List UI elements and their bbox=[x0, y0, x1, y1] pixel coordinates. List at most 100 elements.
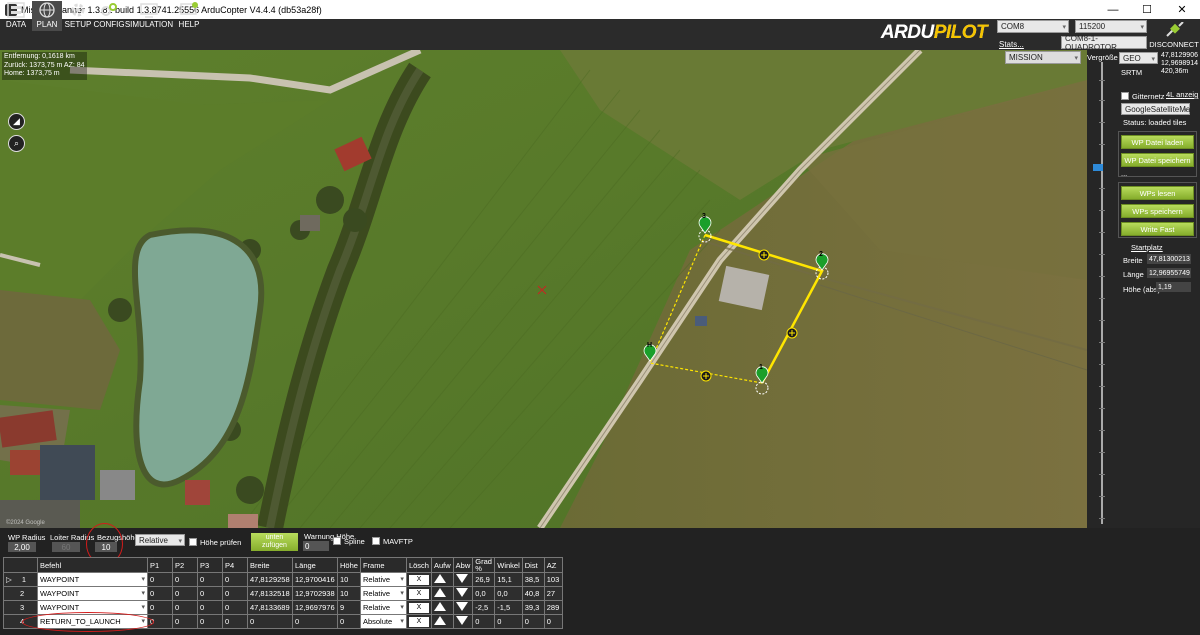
arrow-down-icon[interactable] bbox=[455, 588, 468, 597]
mavftp-checkbox[interactable] bbox=[372, 537, 380, 545]
map-mode-select[interactable]: MISSION ▾ bbox=[1005, 51, 1081, 64]
p3-cell[interactable]: 0 bbox=[197, 586, 223, 601]
waypoint-2-label[interactable]: 2 bbox=[819, 251, 823, 260]
p2-cell[interactable]: 0 bbox=[172, 600, 198, 615]
p4-cell[interactable]: 0 bbox=[222, 586, 248, 601]
nav-simulation-button[interactable]: SIMULATION bbox=[125, 1, 173, 31]
lat-cell[interactable]: 47,8129258 bbox=[247, 572, 293, 587]
col-header-lng[interactable]: Länge bbox=[292, 557, 338, 573]
write-wps-button[interactable]: WPs speichern bbox=[1121, 204, 1194, 218]
save-wp-file-button[interactable]: WP Datei speichern bbox=[1121, 153, 1194, 167]
grid-checkbox[interactable] bbox=[1121, 92, 1129, 100]
p4-cell[interactable]: 0 bbox=[222, 614, 248, 629]
col-header-command[interactable]: Befehl bbox=[37, 557, 148, 573]
command-select[interactable]: WAYPOINT ▾ bbox=[37, 586, 148, 601]
col-header-az[interactable]: AZ bbox=[543, 557, 563, 573]
lng-cell[interactable]: 12,9702938 bbox=[292, 586, 338, 601]
col-header-p3[interactable]: P3 bbox=[197, 557, 223, 573]
port-select[interactable]: COM8 ▾ bbox=[997, 20, 1069, 33]
minimize-button[interactable]: — bbox=[1096, 0, 1130, 19]
p1-cell[interactable]: 0 bbox=[147, 600, 173, 615]
loiter-radius-field[interactable]: 60 bbox=[52, 542, 80, 552]
row-selector[interactable]: ▷ 1 bbox=[3, 572, 38, 587]
home-lng-field[interactable]: 12,96955749 bbox=[1147, 268, 1191, 278]
arrow-down-icon[interactable] bbox=[455, 574, 468, 583]
lng-cell[interactable]: 12,9700416 bbox=[292, 572, 338, 587]
alt-cell[interactable]: 10 bbox=[337, 572, 361, 587]
check-alt-checkbox[interactable] bbox=[189, 538, 197, 546]
arrow-up-icon[interactable] bbox=[433, 602, 446, 611]
ruler-icon[interactable]: ◢ bbox=[8, 113, 25, 130]
p1-cell[interactable]: 0 bbox=[147, 572, 173, 587]
col-header-angle[interactable]: Winkel bbox=[494, 557, 523, 573]
nav-config-button[interactable]: CONFIG bbox=[93, 1, 125, 31]
delete-button[interactable]: X bbox=[408, 589, 429, 599]
col-header-dist[interactable]: Dist bbox=[521, 557, 545, 573]
arrow-up-icon[interactable] bbox=[433, 574, 446, 583]
write-fast-button[interactable]: Write Fast bbox=[1121, 222, 1194, 236]
arrow-up-icon[interactable] bbox=[433, 588, 446, 597]
col-header-up[interactable]: Aufw bbox=[430, 557, 454, 573]
col-header-p2[interactable]: P2 bbox=[172, 557, 198, 573]
frame-select-cell[interactable]: Relative ▾ bbox=[359, 600, 407, 615]
arrow-down-icon[interactable] bbox=[455, 602, 468, 611]
more-link[interactable]: ... bbox=[1121, 169, 1127, 178]
alt-cell[interactable]: 10 bbox=[337, 586, 361, 601]
load-wp-file-button[interactable]: WP Datei laden bbox=[1121, 135, 1194, 149]
nav-data-button[interactable]: DATA bbox=[1, 1, 31, 31]
alt-cell[interactable]: 0 bbox=[337, 614, 361, 629]
frame-select-cell[interactable]: Relative ▾ bbox=[359, 586, 407, 601]
lng-cell[interactable]: 0 bbox=[292, 614, 338, 629]
stats-link[interactable]: Stats... bbox=[999, 40, 1024, 49]
col-header-frame[interactable]: Frame bbox=[359, 557, 407, 573]
spline-checkbox[interactable] bbox=[333, 537, 341, 545]
p3-cell[interactable]: 0 bbox=[197, 600, 223, 615]
arrow-up-icon[interactable] bbox=[433, 616, 446, 625]
delete-button[interactable]: X bbox=[408, 617, 429, 627]
col-header-grade[interactable]: Grad % bbox=[472, 557, 496, 573]
p2-cell[interactable]: 0 bbox=[172, 586, 198, 601]
alt-cell[interactable]: 9 bbox=[337, 600, 361, 615]
row-selector[interactable]: 2 bbox=[3, 586, 38, 601]
frame-select-cell[interactable]: Absolute ▾ bbox=[359, 614, 407, 629]
vehicle-select[interactable]: COM8-1-QUADROTOR bbox=[1061, 34, 1147, 52]
zoom-slider-handle[interactable] bbox=[1093, 164, 1103, 171]
map-type-select[interactable]: GoogleSatelliteMa ▾ bbox=[1121, 103, 1190, 115]
warn-alt-field[interactable]: 0 bbox=[303, 541, 329, 551]
p2-cell[interactable]: 0 bbox=[172, 572, 198, 587]
map-view[interactable]: 3 2 1 H Entfernung: 0,1618 km Zurück: 13… bbox=[0, 50, 1087, 528]
delete-button[interactable]: X bbox=[408, 603, 429, 613]
command-select[interactable]: WAYPOINT ▾ bbox=[37, 572, 148, 587]
home-marker-label[interactable]: H bbox=[647, 342, 652, 351]
col-header-down[interactable]: Abw bbox=[452, 557, 474, 573]
baud-select[interactable]: 115200 ▾ bbox=[1075, 20, 1147, 33]
waypoint-1-label[interactable]: 1 bbox=[759, 364, 763, 373]
delete-button[interactable]: X bbox=[408, 575, 429, 585]
p3-cell[interactable]: 0 bbox=[197, 614, 223, 629]
col-header-lat[interactable]: Breite bbox=[247, 557, 293, 573]
table-row[interactable]: 2 WAYPOINT ▾ 0 0 0 0 47,8132518 12,970293… bbox=[3, 586, 563, 601]
lat-cell[interactable]: 47,8132518 bbox=[247, 586, 293, 601]
col-header-delete[interactable]: Lösch bbox=[405, 557, 432, 573]
p1-cell[interactable]: 0 bbox=[147, 586, 173, 601]
disconnect-button[interactable]: DISCONNECT bbox=[1149, 21, 1199, 50]
arrow-down-icon[interactable] bbox=[455, 616, 468, 625]
frame-select-cell[interactable]: Relative ▾ bbox=[359, 572, 407, 587]
home-alt-field[interactable]: 1,19 bbox=[1156, 282, 1191, 292]
lng-cell[interactable]: 12,9697976 bbox=[292, 600, 338, 615]
home-lat-field[interactable]: 47,81300213 bbox=[1147, 254, 1191, 264]
row-selector[interactable]: 3 bbox=[3, 600, 38, 615]
col-header-p1[interactable]: P1 bbox=[147, 557, 173, 573]
col-header-p4[interactable]: P4 bbox=[222, 557, 248, 573]
show-link[interactable]: 4L anzeig bbox=[1166, 90, 1198, 99]
p3-cell[interactable]: 0 bbox=[197, 572, 223, 587]
col-header-alt[interactable]: Höhe bbox=[337, 557, 361, 573]
read-wps-button[interactable]: WPs lesen bbox=[1121, 186, 1194, 200]
maximize-button[interactable]: ☐ bbox=[1130, 0, 1164, 19]
p4-cell[interactable]: 0 bbox=[222, 600, 248, 615]
p4-cell[interactable]: 0 bbox=[222, 572, 248, 587]
table-row[interactable]: ▷ 1 WAYPOINT ▾ 0 0 0 0 47,8129258 12,9700… bbox=[3, 572, 563, 587]
nav-help-button[interactable]: HELP bbox=[174, 1, 204, 31]
waypoint-3-label[interactable]: 3 bbox=[702, 213, 706, 222]
nav-plan-button[interactable]: PLAN bbox=[32, 1, 62, 31]
